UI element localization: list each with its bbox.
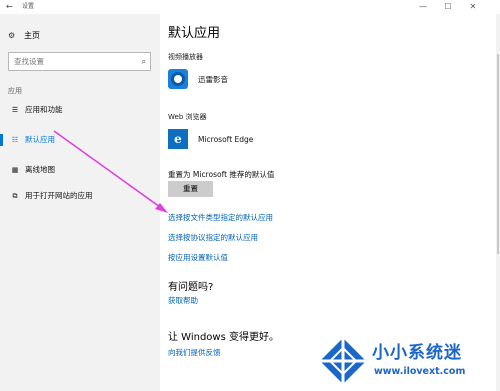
sidebar-item-offline-maps[interactable]: ▦ 离线地图	[0, 162, 160, 178]
active-indicator	[0, 104, 3, 116]
get-help-link[interactable]: 获取帮助	[168, 295, 198, 306]
home-nav-item[interactable]: ⚙ 主页	[8, 31, 40, 41]
home-label: 主页	[24, 31, 40, 40]
watermark-url: www.ilovext.com	[374, 366, 466, 377]
web-app-name: Microsoft Edge	[198, 134, 254, 144]
edge-app-icon: e	[168, 129, 188, 149]
gear-icon: ⚙	[8, 31, 16, 40]
set-defaults-by-app-link[interactable]: 按应用设置默认值	[168, 252, 228, 263]
sidebar-item-apps-features[interactable]: ☰ 应用和功能	[0, 102, 160, 118]
feedback-link[interactable]: 向我们提供反馈	[168, 347, 221, 358]
window-title: 设置	[22, 3, 35, 10]
title-bar: ← 设置 — ☐ ✕	[0, 0, 500, 14]
sidebar-item-apps-for-websites[interactable]: ⧉ 用于打开网站的应用	[0, 188, 160, 204]
web-browser-app[interactable]: e Microsoft Edge	[168, 129, 253, 149]
watermark: 小小系统迷 www.ilovext.com	[318, 334, 500, 391]
video-player-app[interactable]: 迅雷影音	[168, 69, 228, 89]
list-icon: ☰	[11, 106, 19, 114]
search-placeholder: 查找设置	[14, 57, 44, 66]
choose-by-file-type-link[interactable]: 选择按文件类型指定的默认应用	[168, 212, 273, 223]
list-check-icon: ☷	[11, 136, 19, 144]
scrollbar-thumb[interactable]	[497, 54, 499, 254]
watermark-text: 小小系统迷	[372, 343, 462, 363]
reset-label: 重置为 Microsoft 推荐的默认值	[168, 170, 275, 179]
video-player-label: 视频播放器	[168, 53, 203, 61]
sidebar-item-label: 离线地图	[25, 165, 55, 174]
map-icon: ▦	[11, 166, 19, 174]
help-heading: 有问题吗?	[168, 282, 214, 293]
search-input[interactable]: 查找设置 ⌕	[8, 52, 151, 71]
xunlei-app-icon	[168, 69, 188, 89]
feedback-heading: 让 Windows 变得更好。	[168, 332, 279, 343]
web-browser-label: Web 浏览器	[168, 113, 207, 121]
maximize-button[interactable]: ☐	[437, 0, 459, 14]
windows-logo-icon	[320, 338, 366, 384]
sidebar-item-label: 默认应用	[25, 135, 55, 144]
active-indicator	[0, 134, 3, 146]
sidebar-item-default-apps[interactable]: ☷ 默认应用	[0, 132, 160, 148]
window-link-icon: ⧉	[12, 192, 18, 200]
page-title: 默认应用	[168, 26, 221, 41]
close-button[interactable]: ✕	[462, 0, 484, 14]
active-indicator	[0, 190, 3, 202]
sidebar-item-label: 用于打开网站的应用	[25, 191, 93, 200]
sidebar: ⚙ 主页 查找设置 ⌕ 应用 ☰ 应用和功能 ☷ 默认应用 ▦ 离线地图 ⧉ 用…	[0, 14, 160, 391]
back-arrow-icon[interactable]: ←	[6, 0, 13, 14]
section-label: 应用	[8, 87, 22, 95]
reset-button[interactable]: 重置	[168, 181, 213, 197]
choose-by-protocol-link[interactable]: 选择按协议指定的默认应用	[168, 232, 258, 243]
active-indicator	[0, 164, 3, 176]
search-icon[interactable]: ⌕	[142, 53, 146, 70]
minimize-button[interactable]: —	[412, 0, 434, 14]
video-app-name: 迅雷影音	[198, 74, 228, 84]
sidebar-item-label: 应用和功能	[25, 105, 63, 114]
